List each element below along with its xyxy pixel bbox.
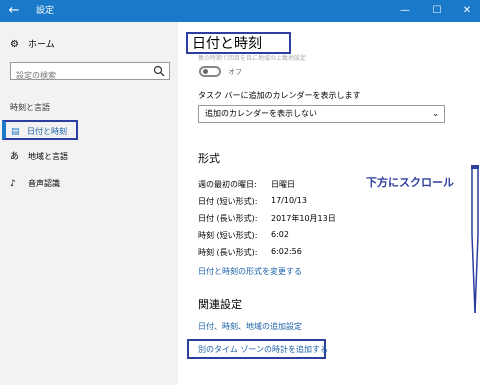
- sidebar-item-region-language[interactable]: あ 地域と言語: [0, 147, 178, 167]
- search-icon[interactable]: [153, 65, 165, 77]
- format-value: 6:02:56: [271, 247, 302, 256]
- home-label: ホーム: [28, 40, 55, 50]
- main-content: 日付と時刻 集の時期で回目を目に地域の上載地設定 オフ タスク バーに追加のカレ…: [178, 22, 480, 385]
- scroll-arrow-icon: [471, 165, 479, 314]
- format-value: 6:02: [271, 230, 289, 239]
- sidebar-section-label: 時刻と言語: [10, 103, 50, 112]
- minimize-icon[interactable]: —: [390, 0, 420, 22]
- page-title: 日付と時刻: [192, 36, 262, 52]
- format-key: 週の最初の曜日:: [198, 180, 257, 189]
- sidebar-item-label: 日付と時刻: [27, 127, 67, 136]
- sidebar-item-label: 音声認識: [28, 179, 60, 188]
- gear-icon: ⚙: [10, 39, 19, 50]
- format-value: 日曜日: [271, 180, 295, 189]
- chevron-down-icon: ⌄: [432, 109, 439, 118]
- toggle-state-label: オフ: [228, 68, 242, 76]
- sidebar-item-speech[interactable]: ♪ 音声認識: [0, 174, 178, 194]
- sidebar-item-date-time[interactable]: ▤ 日付と時刻: [2, 120, 78, 140]
- calendar-label: タスク バーに追加のカレンダーを表示します: [198, 91, 361, 100]
- calendar-dropdown-value: 追加のカレンダーを表示しない: [205, 109, 317, 118]
- toggle-knob: [203, 69, 208, 74]
- format-key: 日付 (長い形式):: [198, 214, 258, 223]
- title-bar: ← 設定 — ☐ ✕: [0, 0, 480, 22]
- faded-scrolled-text: 集の時期で回目を目に地域の上載地設定: [198, 55, 307, 62]
- format-value: 2017年10月13日: [271, 214, 336, 223]
- calendar-dropdown[interactable]: 追加のカレンダーを表示しない ⌄: [198, 105, 445, 123]
- language-icon: あ: [10, 152, 20, 162]
- add-clock-link[interactable]: 別のタイム ゾーンの時計を追加する: [198, 344, 328, 355]
- format-heading: 形式: [198, 152, 220, 165]
- format-key: 日付 (短い形式):: [198, 197, 258, 206]
- close-icon[interactable]: ✕: [452, 0, 480, 22]
- change-format-link[interactable]: 日付と時刻の形式を変更する: [198, 266, 302, 277]
- additional-settings-link[interactable]: 日付、時刻、地域の追加設定: [198, 321, 302, 332]
- back-arrow-icon[interactable]: ←: [0, 0, 28, 22]
- toggle-switch[interactable]: [199, 66, 221, 77]
- related-settings-heading: 関連設定: [198, 298, 242, 311]
- format-key: 時刻 (長い形式):: [198, 248, 258, 257]
- format-key: 時刻 (短い形式):: [198, 231, 258, 240]
- sidebar-item-label: 地域と言語: [28, 152, 68, 161]
- search-input[interactable]: [11, 67, 151, 84]
- maximize-icon[interactable]: ☐: [422, 0, 452, 22]
- page-title-highlight: 日付と時刻: [186, 32, 291, 54]
- microphone-icon: ♪: [10, 179, 16, 189]
- window-title: 設定: [36, 6, 55, 16]
- format-value: 17/10/13: [271, 196, 307, 205]
- search-box[interactable]: [10, 62, 170, 84]
- scroll-down-annotation: 下方にスクロール: [366, 176, 454, 189]
- home-nav-item[interactable]: ⚙ ホーム: [10, 38, 55, 52]
- calendar-clock-icon: ▤: [11, 127, 20, 137]
- sidebar: ⚙ ホーム 時刻と言語 ▤ 日付と時刻 あ 地域と言語 ♪ 音声認識: [0, 22, 178, 385]
